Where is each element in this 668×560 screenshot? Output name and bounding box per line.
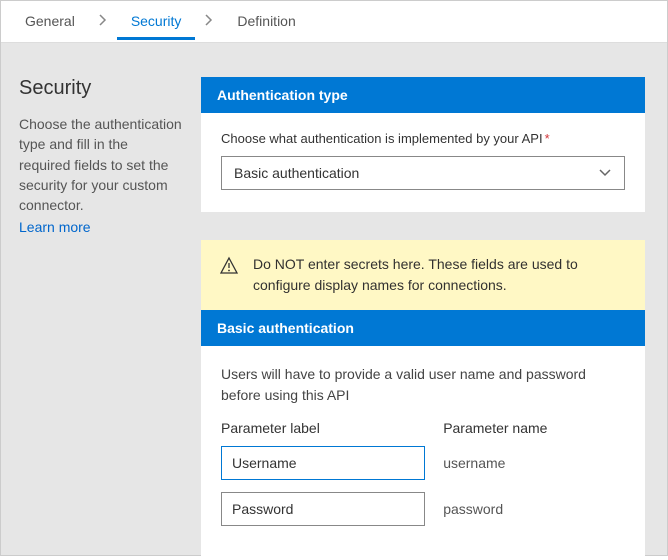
tab-general[interactable]: General (11, 3, 89, 40)
chevron-down-icon (598, 165, 612, 181)
username-param-name: username (443, 455, 505, 471)
param-row-username: username (221, 446, 625, 480)
col-param-label: Parameter label (221, 420, 443, 436)
auth-type-selected: Basic authentication (234, 165, 359, 181)
basic-auth-description: Users will have to provide a valid user … (221, 364, 625, 406)
page-title: Security (19, 77, 183, 100)
learn-more-link[interactable]: Learn more (19, 219, 91, 235)
tab-definition[interactable]: Definition (223, 3, 309, 40)
password-label-input[interactable] (221, 492, 425, 526)
breadcrumb-tabs: General Security Definition (1, 1, 667, 43)
required-marker: * (545, 131, 550, 146)
auth-type-select[interactable]: Basic authentication (221, 156, 625, 190)
basic-auth-header: Basic authentication (201, 310, 645, 346)
page-description: Choose the authentication type and fill … (19, 114, 183, 215)
username-label-input[interactable] (221, 446, 425, 480)
auth-type-header: Authentication type (201, 77, 645, 113)
col-param-name: Parameter name (443, 420, 547, 436)
basic-auth-card: Do NOT enter secrets here. These fields … (201, 240, 645, 560)
sidebar: Security Choose the authentication type … (1, 77, 201, 555)
auth-type-card: Authentication type Choose what authenti… (201, 77, 645, 212)
chevron-right-icon (95, 14, 111, 29)
warning-text: Do NOT enter secrets here. These fields … (253, 254, 627, 296)
auth-type-label: Choose what authentication is implemente… (221, 131, 625, 146)
chevron-right-icon (201, 14, 217, 29)
param-row-password: password (221, 492, 625, 526)
tab-security[interactable]: Security (117, 3, 196, 40)
param-columns: Parameter label Parameter name (221, 420, 625, 436)
warning-banner: Do NOT enter secrets here. These fields … (201, 240, 645, 310)
password-param-name: password (443, 501, 503, 517)
warning-icon (219, 254, 239, 282)
